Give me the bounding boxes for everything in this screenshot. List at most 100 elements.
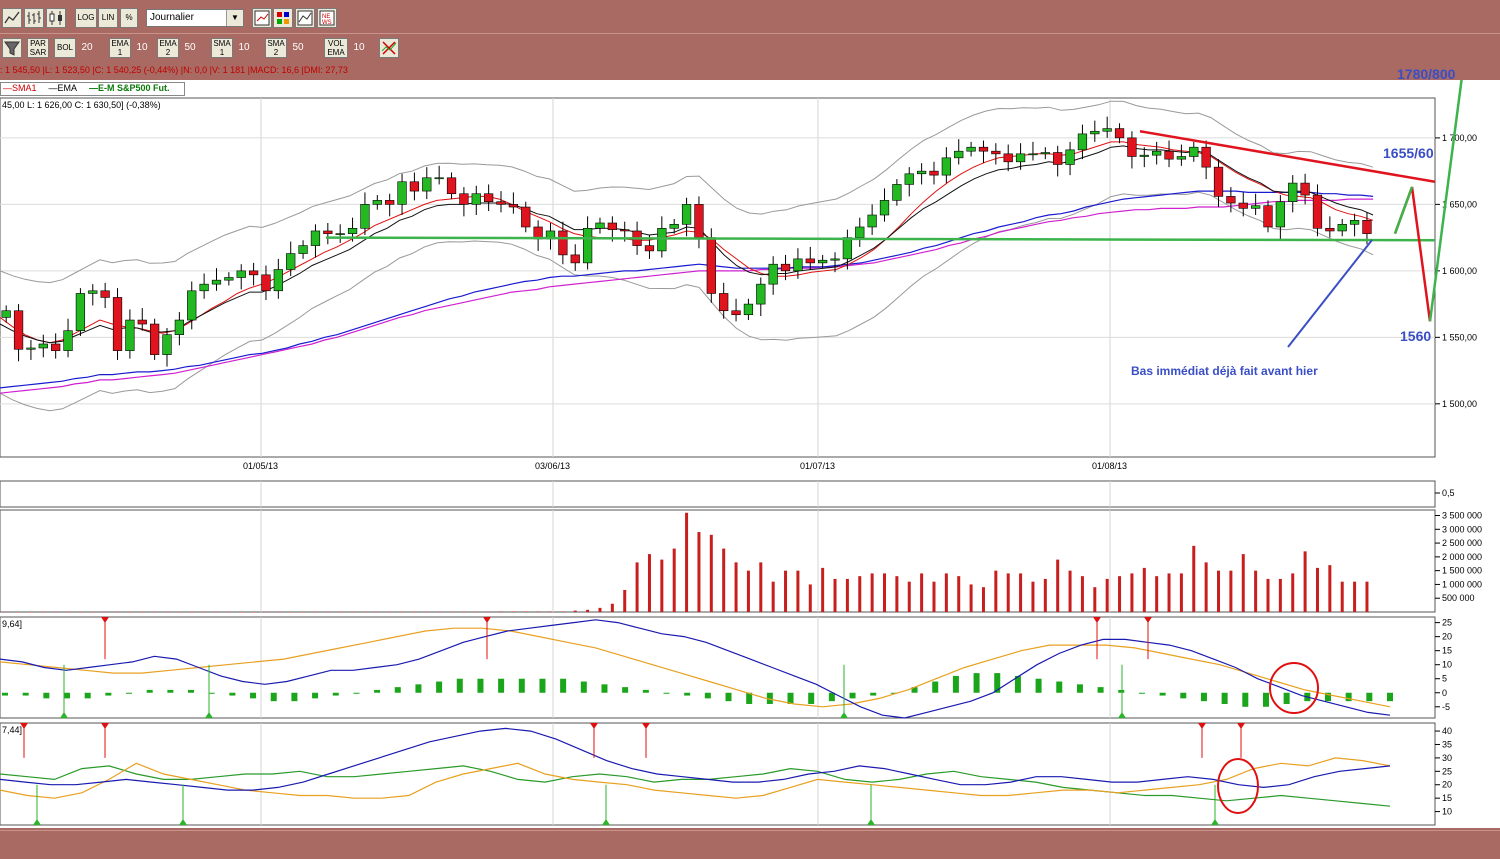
candle: [496, 201, 506, 205]
macd-histogram-bar: [250, 692, 257, 699]
volume-bar: [1217, 570, 1221, 612]
chevron-down-icon[interactable]: ▼: [226, 10, 243, 26]
candle: [941, 157, 951, 176]
candle: [1040, 152, 1050, 155]
candle: [323, 230, 333, 234]
y-tick-label-volume-4: 2 500 000: [1442, 538, 1482, 548]
percent-scale-button[interactable]: %: [120, 8, 138, 28]
macd-histogram-bar: [704, 692, 711, 699]
lin-scale-button[interactable]: LIN: [98, 8, 118, 28]
macd-histogram-bar: [684, 692, 691, 696]
candle: [607, 222, 617, 230]
quote-info-line: : 1 545,50 |L: 1 523,50 |C: 1 540,25 (-0…: [0, 65, 348, 75]
macd-histogram-bar: [208, 692, 215, 694]
pane-frame-1: [0, 480, 1436, 508]
volume-bar: [1229, 570, 1233, 612]
volume-bar: [338, 612, 342, 613]
volume-bar: [190, 612, 194, 613]
ema1-period[interactable]: 10: [132, 38, 152, 58]
log-scale-button[interactable]: LOG: [75, 8, 97, 28]
macd-histogram-bar: [1076, 684, 1083, 693]
macd-histogram-bar: [828, 692, 835, 702]
sma2-period[interactable]: 50: [288, 38, 308, 58]
indicator-cross-icon[interactable]: [379, 38, 399, 58]
macd-histogram-bar: [229, 692, 236, 696]
volume-bar: [326, 612, 330, 613]
volume-bar: [1315, 567, 1319, 612]
volume-bar: [1130, 573, 1134, 612]
y-tick-label-macd-5: 20: [1442, 632, 1452, 642]
volume-bar: [511, 611, 515, 612]
volume-bar: [153, 612, 157, 613]
macd-histogram-bar: [498, 678, 505, 693]
funnel-icon[interactable]: [2, 38, 22, 58]
volume-bar: [1155, 576, 1159, 612]
chart-legend: —SMA1 —EMA —E-M S&P500 Fut.: [0, 82, 185, 96]
bol-button[interactable]: BOL: [54, 38, 76, 58]
legend-em: —E-M S&P500 Fut.: [89, 83, 170, 93]
par-sar-button[interactable]: PAR SAR: [27, 38, 49, 58]
chart-svg[interactable]: 1 500,00 1 550,00 1 600,00 1 650,00 1 700,00…: [0, 80, 1500, 828]
sma2-button[interactable]: SMA 2: [265, 38, 287, 58]
volume-bar: [672, 548, 676, 612]
bol-period[interactable]: 20: [77, 38, 97, 58]
candle: [768, 263, 778, 285]
macd-histogram-bar: [849, 692, 856, 699]
volume-bar: [140, 611, 144, 613]
candle: [1176, 156, 1187, 160]
candle: [929, 170, 939, 176]
volume-bar: [450, 611, 454, 613]
compare-chart-icon[interactable]: [295, 8, 315, 28]
macd-histogram-bar: [1118, 689, 1125, 693]
sma1-button[interactable]: SMA 1: [211, 38, 233, 58]
color-palette-icon[interactable]: [273, 8, 293, 28]
volume-bar: [116, 612, 120, 613]
dmi-label: 7,44]: [2, 725, 22, 735]
volume-bar: [227, 612, 231, 613]
volume-bar: [821, 567, 825, 612]
y-tick-label-volume-2: 1 500 000: [1442, 566, 1482, 576]
candle: [211, 279, 222, 285]
y-tick-label-volume-0: 500 000: [1442, 593, 1475, 603]
volume-bar: [536, 611, 540, 612]
candle: [150, 323, 160, 355]
candle: [261, 274, 271, 292]
macd-histogram-bar: [663, 692, 670, 694]
candlestick-icon[interactable]: [46, 8, 66, 28]
candle: [1226, 196, 1236, 204]
ema2-period[interactable]: 50: [180, 38, 200, 58]
vol-ema-button[interactable]: VOL EMA: [324, 38, 348, 58]
ema2-button[interactable]: EMA 2: [157, 38, 179, 58]
macd-histogram-bar: [394, 687, 401, 693]
candle: [916, 170, 927, 175]
candle: [1263, 205, 1273, 228]
y-tick-label-dmi-4: 30: [1442, 753, 1452, 763]
macd-histogram-bar: [84, 692, 91, 699]
news-icon[interactable]: NE WS: [317, 8, 337, 28]
volume-bar: [808, 584, 812, 612]
volume-bar: [573, 610, 577, 612]
period-select[interactable]: Journalier ▼: [146, 9, 244, 27]
volume-bar: [1118, 576, 1122, 612]
candle: [1288, 182, 1298, 203]
volume-bar: [1006, 573, 1010, 612]
volume-bar: [91, 612, 95, 613]
sma1-period[interactable]: 10: [234, 38, 254, 58]
candle: [1003, 153, 1013, 163]
bar-chart-icon[interactable]: [24, 8, 44, 28]
annotation-target-low: 1560: [1400, 328, 1432, 344]
volume-bar: [771, 581, 775, 612]
candle: [978, 146, 989, 152]
volume-bar: [425, 611, 429, 613]
volume-bar: [944, 573, 948, 612]
y-tick-label-macd-1: 0: [1442, 688, 1447, 698]
candle: [385, 200, 395, 205]
vol-ema-period[interactable]: 10: [349, 38, 369, 58]
zoom-chart-icon[interactable]: [252, 8, 272, 28]
candle: [1312, 194, 1323, 229]
candle: [620, 229, 630, 232]
volume-bar: [561, 611, 565, 612]
ema1-button[interactable]: EMA 1: [109, 38, 131, 58]
line-chart-icon[interactable]: [2, 8, 22, 28]
volume-bar: [1167, 573, 1171, 612]
